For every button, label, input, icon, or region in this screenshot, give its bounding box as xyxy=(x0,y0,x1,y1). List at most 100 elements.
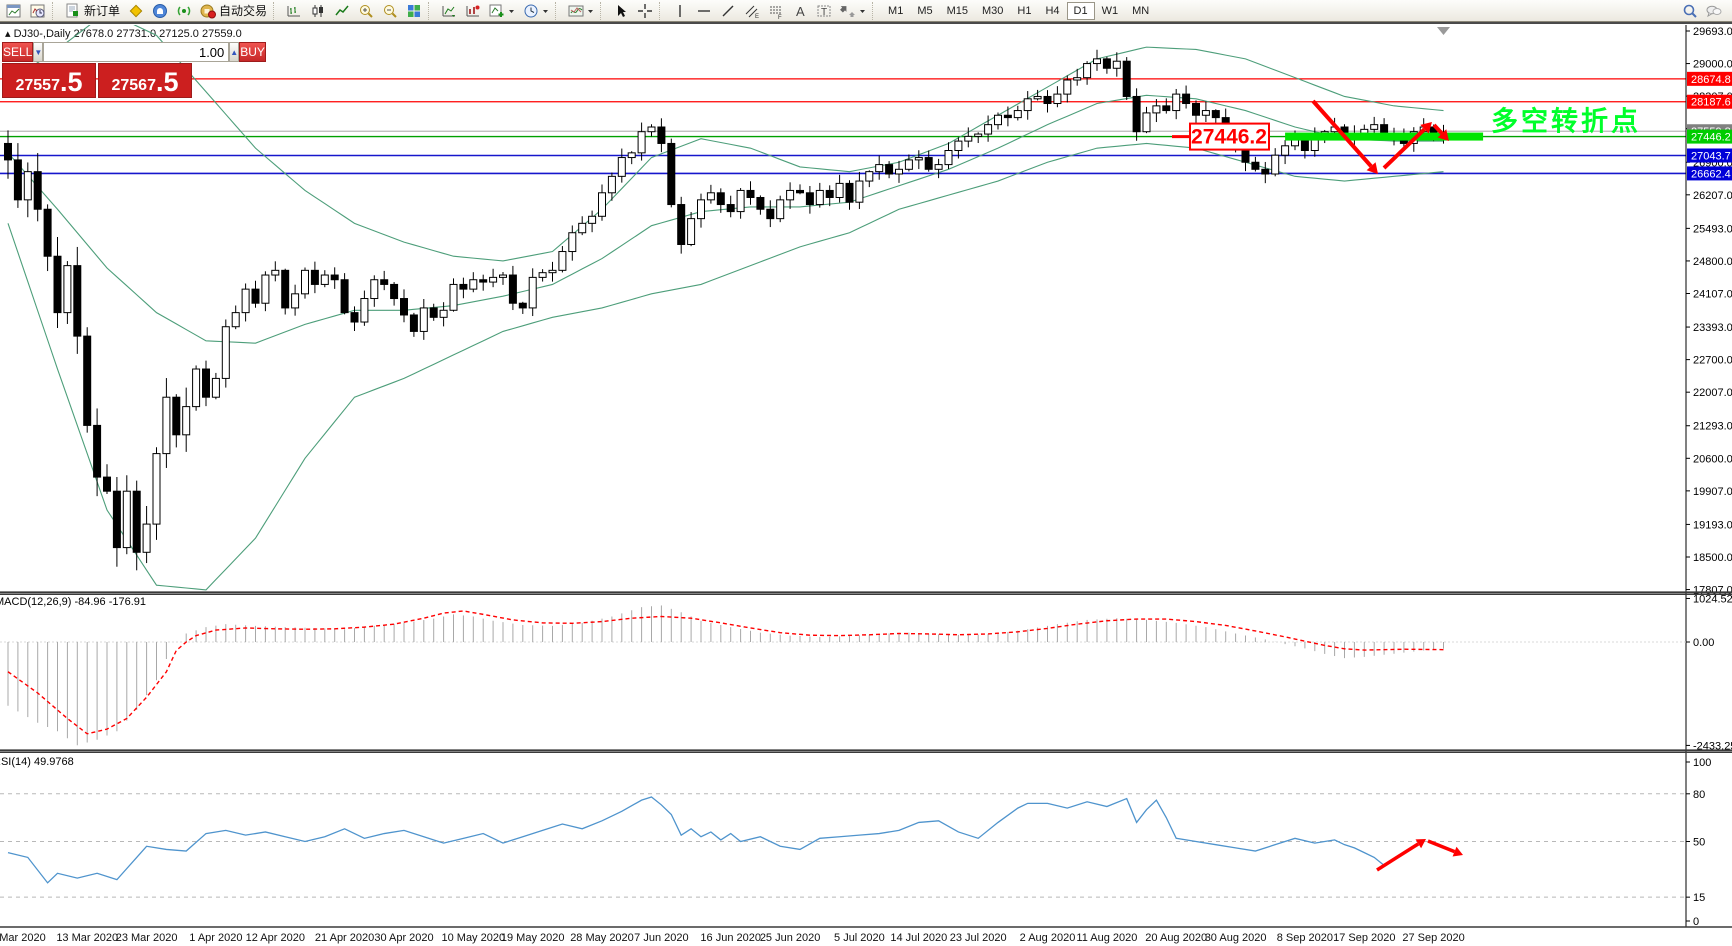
tf-mn[interactable]: MN xyxy=(1125,2,1156,20)
price-tick-label: 29000.0 xyxy=(1693,59,1732,71)
tf-m1[interactable]: M1 xyxy=(881,2,910,20)
toolbar-separator xyxy=(52,2,59,20)
template-button[interactable] xyxy=(564,0,598,22)
bollinger-bands xyxy=(8,24,1444,590)
date-tick-label: 12 Apr 2020 xyxy=(246,932,305,944)
price-tick-label: 21293.0 xyxy=(1693,421,1732,433)
signals-button[interactable] xyxy=(172,0,196,22)
add-indicator-icon xyxy=(489,3,505,19)
tf-m5[interactable]: M5 xyxy=(910,2,939,20)
text-label-tool[interactable]: T xyxy=(812,0,836,22)
date-tick-label: 28 May 2020 xyxy=(570,932,634,944)
new-chart-icon xyxy=(6,3,22,19)
date-tick-label: 11 Aug 2020 xyxy=(1076,932,1137,944)
volume-decrease-button[interactable]: ▼ xyxy=(33,42,43,62)
date-tick-label: 16 Jun 2020 xyxy=(700,932,761,944)
community-button[interactable] xyxy=(148,0,172,22)
dropdown-caret-icon xyxy=(542,3,549,19)
search-button[interactable] xyxy=(1678,0,1702,22)
chat-bubbles-icon xyxy=(1706,3,1722,19)
chart-profile-icon xyxy=(30,3,46,19)
trendline-tool[interactable] xyxy=(716,0,740,22)
yellow-diamond-icon xyxy=(128,3,144,19)
horizontal-line-icon xyxy=(696,3,712,19)
tf-d1[interactable]: D1 xyxy=(1067,2,1095,20)
tf-h1[interactable]: H1 xyxy=(1010,2,1038,20)
channel-tool[interactable]: E xyxy=(740,0,764,22)
arrows-tool[interactable] xyxy=(836,0,870,22)
turning-point-label: 多空转折点 xyxy=(1491,106,1641,137)
tile-windows-button[interactable] xyxy=(402,0,426,22)
date-tick-label: 21 Apr 2020 xyxy=(315,932,374,944)
autotrading-icon xyxy=(200,3,216,19)
buy-price-box[interactable]: 27567.5 xyxy=(98,63,192,98)
chat-button[interactable] xyxy=(1702,0,1726,22)
date-axis[interactable]: 4 Mar 202013 Mar 202023 Mar 20201 Apr 20… xyxy=(0,932,1465,944)
zoom-in-icon xyxy=(358,3,374,19)
zoom-in-button[interactable] xyxy=(354,0,378,22)
data-window-button[interactable] xyxy=(437,0,461,22)
line-chart-mode-button[interactable] xyxy=(330,0,354,22)
date-tick-label: 2 Aug 2020 xyxy=(1020,932,1076,944)
date-tick-label: 19 May 2020 xyxy=(501,932,565,944)
turning-point-highlight-bar xyxy=(1285,133,1483,141)
new-order-button[interactable]: 新订单 xyxy=(61,0,124,22)
price-tick-label: 18500.0 xyxy=(1693,552,1732,564)
crosshair-icon xyxy=(637,3,653,19)
arrow-objects-icon xyxy=(840,3,856,19)
text-a-icon: A xyxy=(792,3,808,19)
chart-canvas[interactable]: 27446.2多空转折点29693.029000.026900.026207.0… xyxy=(0,24,1732,946)
svg-text:F: F xyxy=(778,15,782,19)
tf-w1[interactable]: W1 xyxy=(1095,2,1126,20)
svg-text:T: T xyxy=(821,7,827,18)
market-watch-button[interactable] xyxy=(124,0,148,22)
fibonacci-icon: F xyxy=(768,3,784,19)
sell-price-pips: .5 xyxy=(60,69,83,96)
fibonacci-tool[interactable]: F xyxy=(764,0,788,22)
text-label-icon: T xyxy=(816,3,832,19)
price-level-badge-value: 28674.8 xyxy=(1691,74,1731,86)
date-tick-label: 4 Mar 2020 xyxy=(0,932,46,944)
price-tick-label: 20600.0 xyxy=(1693,453,1732,465)
new-order-label: 新订单 xyxy=(84,2,120,19)
candle-chart-mode-button[interactable] xyxy=(306,0,330,22)
autotrading-button[interactable]: 自动交易 xyxy=(196,0,271,22)
chart-shift-marker-icon xyxy=(1437,27,1450,35)
price-level-badge-value: 28187.6 xyxy=(1691,97,1731,109)
bar-chart-mode-button[interactable] xyxy=(282,0,306,22)
period-clock-button[interactable] xyxy=(519,0,553,22)
date-tick-label: 30 Apr 2020 xyxy=(374,932,433,944)
zoom-out-icon xyxy=(382,3,398,19)
new-chart-button[interactable] xyxy=(2,0,26,22)
macd-panel: MACD(12,26,9) -84.96 -176.911024.520.00-… xyxy=(0,593,1732,752)
price-level-badge-value: 27043.7 xyxy=(1691,150,1731,162)
price-tick-label: 26207.0 xyxy=(1693,190,1732,202)
price-tick-label: 19193.0 xyxy=(1693,519,1732,531)
horizontal-line-tool[interactable] xyxy=(692,0,716,22)
new-order-icon xyxy=(65,3,81,19)
sell-button[interactable]: SELL xyxy=(2,42,33,62)
strategy-tester-icon xyxy=(465,3,481,19)
cursor-tool-button[interactable] xyxy=(609,0,633,22)
sell-price-box[interactable]: 27557.5 xyxy=(2,63,96,98)
signal-icon xyxy=(176,3,192,19)
search-icon xyxy=(1682,3,1698,19)
vertical-line-tool[interactable] xyxy=(668,0,692,22)
buy-button[interactable]: BUY xyxy=(239,42,266,62)
price-tick-label: 22007.0 xyxy=(1693,387,1732,399)
strategy-tester-button[interactable] xyxy=(461,0,485,22)
tf-m15[interactable]: M15 xyxy=(940,2,975,20)
text-tool[interactable]: A xyxy=(788,0,812,22)
tf-h4[interactable]: H4 xyxy=(1038,2,1066,20)
price-tick-label: 25493.0 xyxy=(1693,223,1732,235)
volume-input[interactable] xyxy=(43,42,229,62)
crosshair-tool-button[interactable] xyxy=(633,0,657,22)
rsi-scale-label: 100 xyxy=(1693,757,1711,769)
zoom-out-button[interactable] xyxy=(378,0,402,22)
blue-badge-icon xyxy=(152,3,168,19)
add-indicator-button[interactable] xyxy=(485,0,519,22)
volume-increase-button[interactable]: ▲ xyxy=(229,42,239,62)
profiles-button[interactable] xyxy=(26,0,50,22)
toolbar-separator xyxy=(273,2,280,20)
tf-m30[interactable]: M30 xyxy=(975,2,1010,20)
